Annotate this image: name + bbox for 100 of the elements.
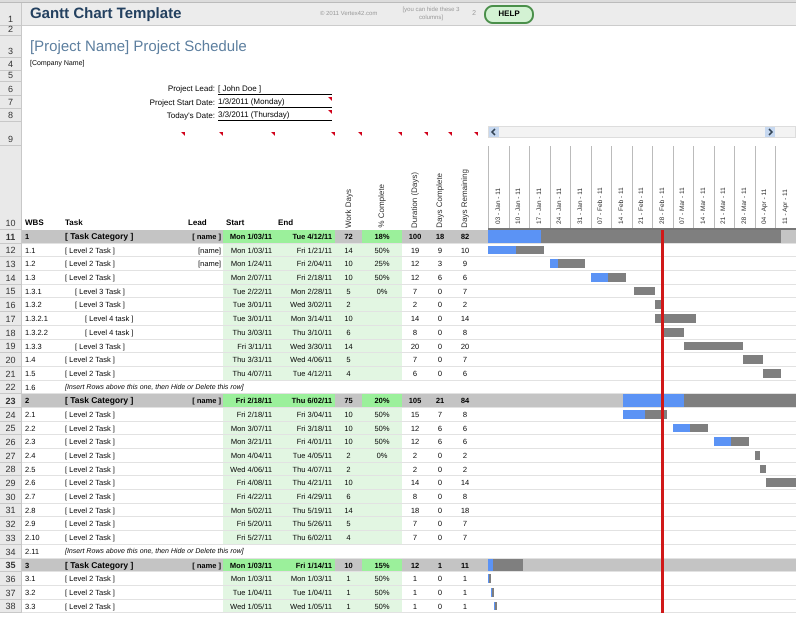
row-header[interactable]: 37: [0, 586, 22, 600]
row-header[interactable]: 24: [0, 408, 22, 422]
row-header[interactable]: 1: [0, 3, 22, 26]
row-header[interactable]: 36: [0, 572, 22, 586]
row-header[interactable]: 28: [0, 462, 22, 476]
pct-complete-cell: [362, 326, 402, 338]
row-header[interactable]: 4: [0, 58, 22, 71]
scroll-left-icon[interactable]: [489, 127, 499, 137]
gantt-bar: [760, 464, 766, 474]
gantt-bar: [634, 286, 655, 296]
completed-segment: [590, 273, 608, 282]
completed-segment: [622, 410, 645, 419]
comment-marker-icon: [398, 132, 402, 136]
pct-complete-cell: [362, 340, 402, 352]
row-header[interactable]: 30: [0, 490, 22, 504]
comment-marker-icon: [448, 132, 452, 136]
pct-complete-cell: [362, 490, 402, 503]
row-header[interactable]: 33: [0, 531, 22, 545]
row-header[interactable]: 29: [0, 476, 22, 490]
row-header[interactable]: 27: [0, 449, 22, 463]
column-header: Work Days: [342, 189, 354, 228]
completed-segment: [672, 424, 690, 432]
row-header[interactable]: 32: [0, 517, 22, 532]
completed-segment: [622, 394, 684, 407]
comment-marker-icon: [328, 97, 332, 101]
task-cell-text: [ Task Category ]: [64, 394, 134, 407]
help-button[interactable]: HELP: [484, 4, 534, 24]
timeline-scrollbar[interactable]: [488, 126, 796, 138]
pct-complete-cell: [362, 462, 402, 476]
pct-complete-cell: [362, 366, 402, 380]
row-header[interactable]: 18: [0, 326, 22, 340]
gantt-bar: [742, 355, 764, 364]
comment-marker-icon: [219, 132, 223, 136]
task-cell-text: [ Task Category ]: [64, 230, 134, 243]
row-header[interactable]: 22: [0, 380, 22, 394]
field-value[interactable]: 1/3/2011 (Monday): [218, 97, 332, 108]
row-header[interactable]: 14: [0, 271, 22, 285]
row-header[interactable]: 13: [0, 257, 22, 272]
row-header[interactable]: 12: [0, 244, 22, 258]
gantt-bar: [684, 342, 743, 350]
project-title: [Project Name] Project Schedule: [30, 36, 247, 57]
row-header[interactable]: 11: [0, 230, 22, 244]
comment-marker-icon: [328, 110, 332, 114]
column-header: Days Remaining: [459, 169, 470, 228]
field-value[interactable]: 3/3/2011 (Thursday): [218, 110, 332, 121]
comment-marker-icon: [474, 132, 478, 136]
row-header[interactable]: 15: [0, 284, 22, 298]
completed-segment: [714, 437, 732, 446]
pct-complete-cell: [362, 476, 402, 490]
row-header[interactable]: 3: [0, 36, 22, 58]
task-cell-text: [ Task Category ]: [64, 558, 134, 572]
row-header[interactable]: 34: [0, 544, 22, 558]
row-header[interactable]: 9: [0, 122, 22, 146]
comment-marker-icon: [424, 132, 428, 136]
row-header[interactable]: 2: [0, 26, 22, 36]
completed-segment: [488, 558, 494, 572]
row-header[interactable]: 19: [0, 340, 22, 354]
gantt-bar: [766, 478, 796, 488]
gantt-bar: [763, 368, 781, 378]
row-header[interactable]: 5: [0, 71, 22, 82]
column-header: % Complete: [376, 184, 387, 228]
pct-complete-cell: [362, 517, 402, 530]
column-header: Duration (Days): [409, 172, 420, 228]
comment-marker-icon: [358, 132, 362, 136]
pct-complete-cell: [362, 298, 402, 312]
row-header[interactable]: 35: [0, 558, 22, 572]
column-header: Lead: [187, 217, 207, 229]
row-header[interactable]: 20: [0, 353, 22, 367]
row-header[interactable]: 38: [0, 600, 22, 614]
row-header[interactable]: 17: [0, 312, 22, 326]
completed-segment: [488, 246, 516, 254]
column-header: Task: [64, 217, 83, 229]
gantt-bar: [654, 314, 696, 323]
field-label: Project Lead:: [166, 83, 216, 95]
gantt-bar: [754, 451, 760, 460]
row-header[interactable]: 8: [0, 109, 22, 122]
row-header[interactable]: 6: [0, 82, 22, 96]
row-header[interactable]: 31: [0, 504, 22, 518]
pct-complete-cell: [362, 531, 402, 544]
sheet-title: Gantt Chart Template: [30, 4, 182, 24]
row-header[interactable]: 7: [0, 96, 22, 109]
scroll-right-icon[interactable]: [765, 127, 775, 137]
row-header[interactable]: 25: [0, 422, 22, 436]
row-header[interactable]: 16: [0, 298, 22, 312]
field-label: Today's Date:: [166, 110, 216, 122]
row-header[interactable]: 21: [0, 366, 22, 381]
pct-complete-cell: [362, 312, 402, 325]
field-value[interactable]: [ John Doe ]: [218, 84, 332, 94]
row-header[interactable]: 23: [0, 394, 22, 408]
row-header[interactable]: 10: [0, 146, 22, 230]
comment-marker-icon: [331, 132, 335, 136]
column-header: Start: [225, 217, 244, 229]
completed-segment: [488, 230, 541, 243]
row-header[interactable]: 26: [0, 435, 22, 449]
comment-marker-icon: [271, 132, 275, 136]
comment-marker-icon: [181, 132, 185, 136]
completed-segment: [550, 259, 558, 268]
column-header: WBS: [24, 217, 44, 229]
field-label: Project Start Date:: [148, 96, 216, 108]
gantt-bar: [654, 300, 661, 310]
